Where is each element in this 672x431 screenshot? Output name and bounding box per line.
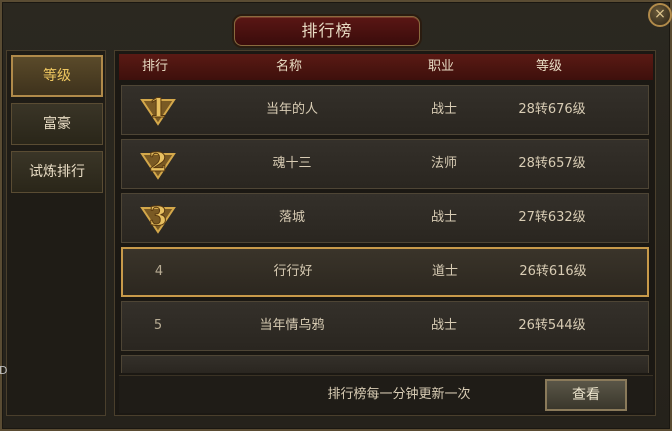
row-name: 行行好 <box>273 264 313 279</box>
row-job: 战士 <box>430 318 457 333</box>
row-job: 法师 <box>430 156 457 171</box>
gold-medal-rank-3-icon: 3 <box>140 202 176 234</box>
gold-medal-rank-2-icon: 2 <box>140 148 176 180</box>
row-level: 26转616级 <box>519 264 587 279</box>
update-note: 排行榜每一分钟更新一次 <box>327 387 471 402</box>
close-icon[interactable]: × <box>648 3 672 27</box>
medal-number: 2 <box>149 148 167 178</box>
row-rank: 5 <box>153 318 163 333</box>
medal-number: 3 <box>149 202 167 232</box>
row-job: 战士 <box>430 102 457 117</box>
row-name: 魂十三 <box>272 156 312 171</box>
table-header: 排行 名称 职业 等级 <box>119 54 653 80</box>
header-name: 名称 <box>275 59 302 74</box>
view-button[interactable]: 查看 <box>545 379 627 411</box>
table-row[interactable]: 5 当年情乌鸦 战士 26转544级 <box>121 301 649 351</box>
medal-number: 1 <box>149 94 167 124</box>
ranking-table: 排行 名称 职业 等级 1 当年的人 战士 28转676级 2 魂十三 法师 2… <box>114 50 656 416</box>
header-job: 职业 <box>427 59 454 74</box>
gold-medal-rank-1-icon: 1 <box>140 94 176 126</box>
sidebar-item-trial-ranking[interactable]: 试炼排行 <box>11 151 103 193</box>
row-name: 当年情乌鸦 <box>259 318 325 333</box>
row-level: 27转632级 <box>518 210 586 225</box>
header-rank: 排行 <box>141 59 168 74</box>
table-row[interactable]: 3 落城 战士 27转632级 <box>121 193 649 243</box>
row-level: 26转544级 <box>518 318 586 333</box>
ranking-window: 排行榜 × 等级 富豪 试炼排行 排行 名称 职业 等级 1 当年的人 战士 2… <box>0 0 672 431</box>
category-sidebar: 等级 富豪 试炼排行 <box>6 50 106 416</box>
row-name: 当年的人 <box>265 102 318 117</box>
row-job: 战士 <box>430 210 457 225</box>
row-level: 28转657级 <box>518 156 586 171</box>
table-row-partial <box>121 355 649 373</box>
table-footer: 排行榜每一分钟更新一次 查看 <box>119 375 653 413</box>
table-row[interactable]: 1 当年的人 战士 28转676级 <box>121 85 649 135</box>
sidebar-item-wealth[interactable]: 富豪 <box>11 103 103 145</box>
table-row[interactable]: 2 魂十三 法师 28转657级 <box>121 139 649 189</box>
edge-text: D <box>0 364 8 377</box>
window-title: 排行榜 <box>234 16 420 46</box>
row-name: 落城 <box>278 210 305 225</box>
header-level: 等级 <box>535 59 562 74</box>
row-job: 道士 <box>431 264 458 279</box>
table-row-selected[interactable]: 4 行行好 道士 26转616级 <box>121 247 649 297</box>
row-rank: 4 <box>154 264 164 279</box>
sidebar-item-level[interactable]: 等级 <box>11 55 103 97</box>
row-level: 28转676级 <box>518 102 586 117</box>
